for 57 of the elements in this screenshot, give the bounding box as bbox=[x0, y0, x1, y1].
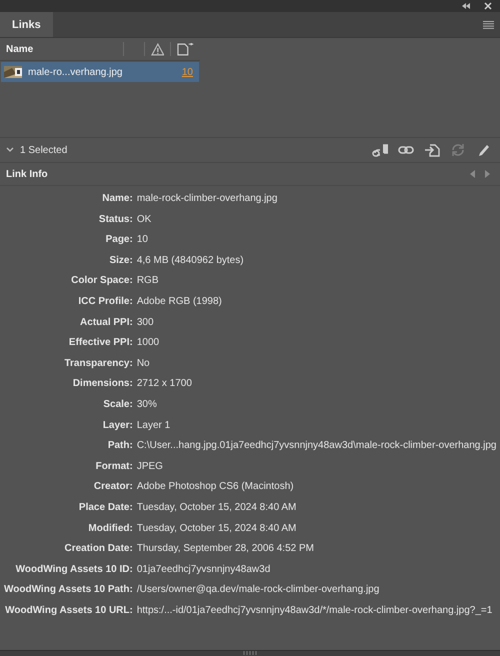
field-value: No bbox=[136, 358, 151, 370]
field-value: C:\User...hang.jpg.01ja7eedhcj7yvsnnjny48aw3d\male-rock-climber-overhang.jpg bbox=[136, 440, 496, 452]
field-label: Path: bbox=[106, 440, 134, 452]
field-label: ICC Profile: bbox=[77, 296, 134, 308]
field-label: Actual PPI: bbox=[79, 316, 134, 329]
file-name: male-ro...verhang.jpg bbox=[28, 66, 124, 78]
field-value: 01ja7eedhcj7yvsnnjny48aw3d bbox=[136, 564, 272, 576]
field-value: 2712 x 1700 bbox=[136, 378, 193, 390]
field-value: Tuesday, October 15, 2024 8:40 AM bbox=[136, 522, 298, 535]
column-header[interactable]: Name bbox=[0, 44, 124, 54]
link-row[interactable]: male-ro...verhang.jpg 10 bbox=[1, 62, 199, 82]
field-value: 1000 bbox=[136, 337, 160, 350]
field-label: Page: bbox=[104, 234, 134, 246]
field-label: Modified: bbox=[87, 522, 134, 535]
field-label: WoodWing Assets 10 Path: bbox=[4, 584, 134, 596]
field-value: Layer 1 bbox=[136, 420, 172, 432]
field-label: Scale: bbox=[102, 398, 134, 412]
field-value: 30% bbox=[136, 398, 158, 412]
field-value: Thursday, September 28, 2006 4:52 PM bbox=[136, 543, 315, 556]
field-label: Place Date: bbox=[78, 502, 134, 514]
warning-icon[interactable] bbox=[150, 42, 164, 56]
field-value: /Users/owner@qa.dev/male-rock-climber-overhang.jpg bbox=[136, 584, 380, 596]
panel-tab[interactable]: Links bbox=[0, 12, 53, 37]
field-label: Size: bbox=[108, 254, 134, 267]
field-label: Dimensions: bbox=[72, 378, 134, 390]
field-label: Layer: bbox=[102, 420, 134, 432]
field-value: 4,6 MB (4840962 bytes) bbox=[136, 254, 245, 267]
chevron-icon[interactable] bbox=[6, 147, 14, 153]
close-icon[interactable] bbox=[484, 2, 492, 10]
field-value: male-rock-climber-overhang.jpg bbox=[136, 193, 278, 206]
embed-icon[interactable] bbox=[424, 142, 440, 158]
field-label: Creation Date: bbox=[63, 543, 134, 556]
collapse-icon[interactable] bbox=[462, 3, 470, 9]
field-label: Name: bbox=[101, 193, 134, 206]
field-value: JPEG bbox=[136, 460, 164, 473]
field-label: Creator: bbox=[92, 481, 134, 494]
section-title: Link Info bbox=[6, 168, 48, 180]
field-value: Adobe Photoshop CS6 (Macintosh) bbox=[136, 481, 295, 494]
field-value: 10 bbox=[136, 234, 149, 246]
field-value: OK bbox=[136, 214, 152, 226]
field-label: WoodWing Assets 10 ID: bbox=[14, 564, 134, 576]
page-icon[interactable] bbox=[177, 42, 194, 56]
field-value: Tuesday, October 15, 2024 8:40 AM bbox=[136, 502, 298, 514]
field-value: 300 bbox=[136, 316, 155, 329]
field-label: Effective PPI: bbox=[68, 337, 134, 350]
field-label: Format: bbox=[94, 460, 134, 473]
field-value: Adobe RGB (1998) bbox=[136, 296, 223, 308]
menu-icon[interactable] bbox=[483, 20, 494, 28]
field-label: Color Space: bbox=[70, 275, 134, 288]
resize-grip-icon[interactable] bbox=[243, 651, 257, 655]
field-value: RGB bbox=[136, 275, 160, 288]
field-label: WoodWing Assets 10 URL: bbox=[4, 604, 134, 617]
selection-count: 1 Selected bbox=[20, 144, 68, 156]
field-label: Status: bbox=[98, 214, 134, 226]
pencil-icon[interactable] bbox=[476, 142, 492, 158]
field-value: https:/...-id/01ja7eedhcj7yvsnnjny48aw3d/*/male-rock-climber-overhang.jpg?_=1 bbox=[136, 604, 494, 617]
field-label: Transparency: bbox=[63, 358, 134, 370]
